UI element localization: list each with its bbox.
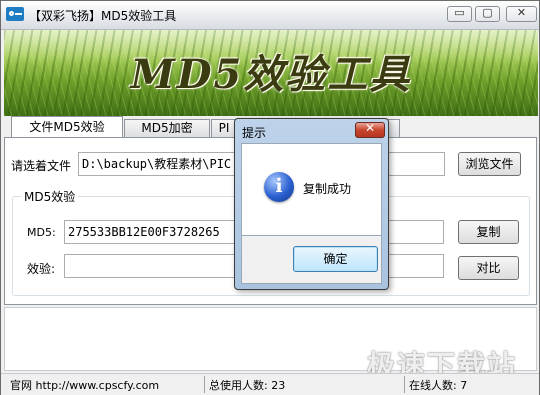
dialog-close-button[interactable]: ✕: [355, 121, 385, 138]
dialog-footer: 确定: [241, 236, 382, 284]
info-glyph: i: [275, 175, 283, 197]
status-online-users: 在线人数: 7: [409, 379, 468, 392]
window-title: 【双彩飞扬】MD5效验工具: [29, 9, 177, 23]
ok-button[interactable]: 确定: [293, 246, 378, 272]
dialog-title: 提示: [242, 126, 267, 140]
maximize-icon: ▢: [482, 6, 493, 19]
info-icon: i: [264, 172, 294, 202]
prompt-dialog: 提示 ✕ i 复制成功 确定: [234, 118, 389, 290]
minimize-icon: ▭: [454, 6, 465, 19]
tab-file-md5-verify[interactable]: 文件MD5效验: [11, 116, 123, 138]
verify-label: 效验:: [27, 262, 56, 276]
app-key-icon: [6, 7, 24, 21]
file-label: 请选着文件: [11, 159, 72, 173]
close-icon: ✕: [516, 6, 527, 19]
tab-md5-encrypt[interactable]: MD5加密: [124, 119, 210, 137]
browse-file-button[interactable]: 浏览文件: [458, 152, 521, 176]
title-bar[interactable]: 【双彩飞扬】MD5效验工具 ▭ ▢ ✕: [1, 1, 539, 30]
md5-label: MD5:: [27, 226, 56, 239]
status-divider: [404, 376, 405, 393]
md5-group-title: MD5效验: [21, 188, 79, 205]
dialog-body: i 复制成功: [241, 143, 382, 236]
main-window: 【双彩飞扬】MD5效验工具 ▭ ▢ ✕ MD5效验工具 文件MD5效验 MD5加…: [0, 0, 540, 395]
status-divider: [204, 376, 205, 393]
status-total-users: 总使用人数: 23: [209, 379, 286, 392]
status-website[interactable]: 官网 http://www.cpscfy.com: [10, 377, 159, 393]
banner-image: MD5效验工具: [4, 30, 538, 116]
dialog-close-icon: ✕: [364, 121, 376, 135]
close-button[interactable]: ✕: [506, 6, 537, 22]
banner-title: MD5效验工具: [130, 51, 412, 98]
minimize-button[interactable]: ▭: [447, 6, 472, 22]
maximize-button[interactable]: ▢: [475, 6, 500, 22]
compare-button[interactable]: 对比: [458, 256, 519, 280]
copy-button[interactable]: 复制: [458, 220, 519, 244]
dialog-message: 复制成功: [303, 182, 352, 196]
status-bar: 官网 http://www.cpscfy.com 总使用人数: 23 在线人数:…: [1, 373, 539, 395]
